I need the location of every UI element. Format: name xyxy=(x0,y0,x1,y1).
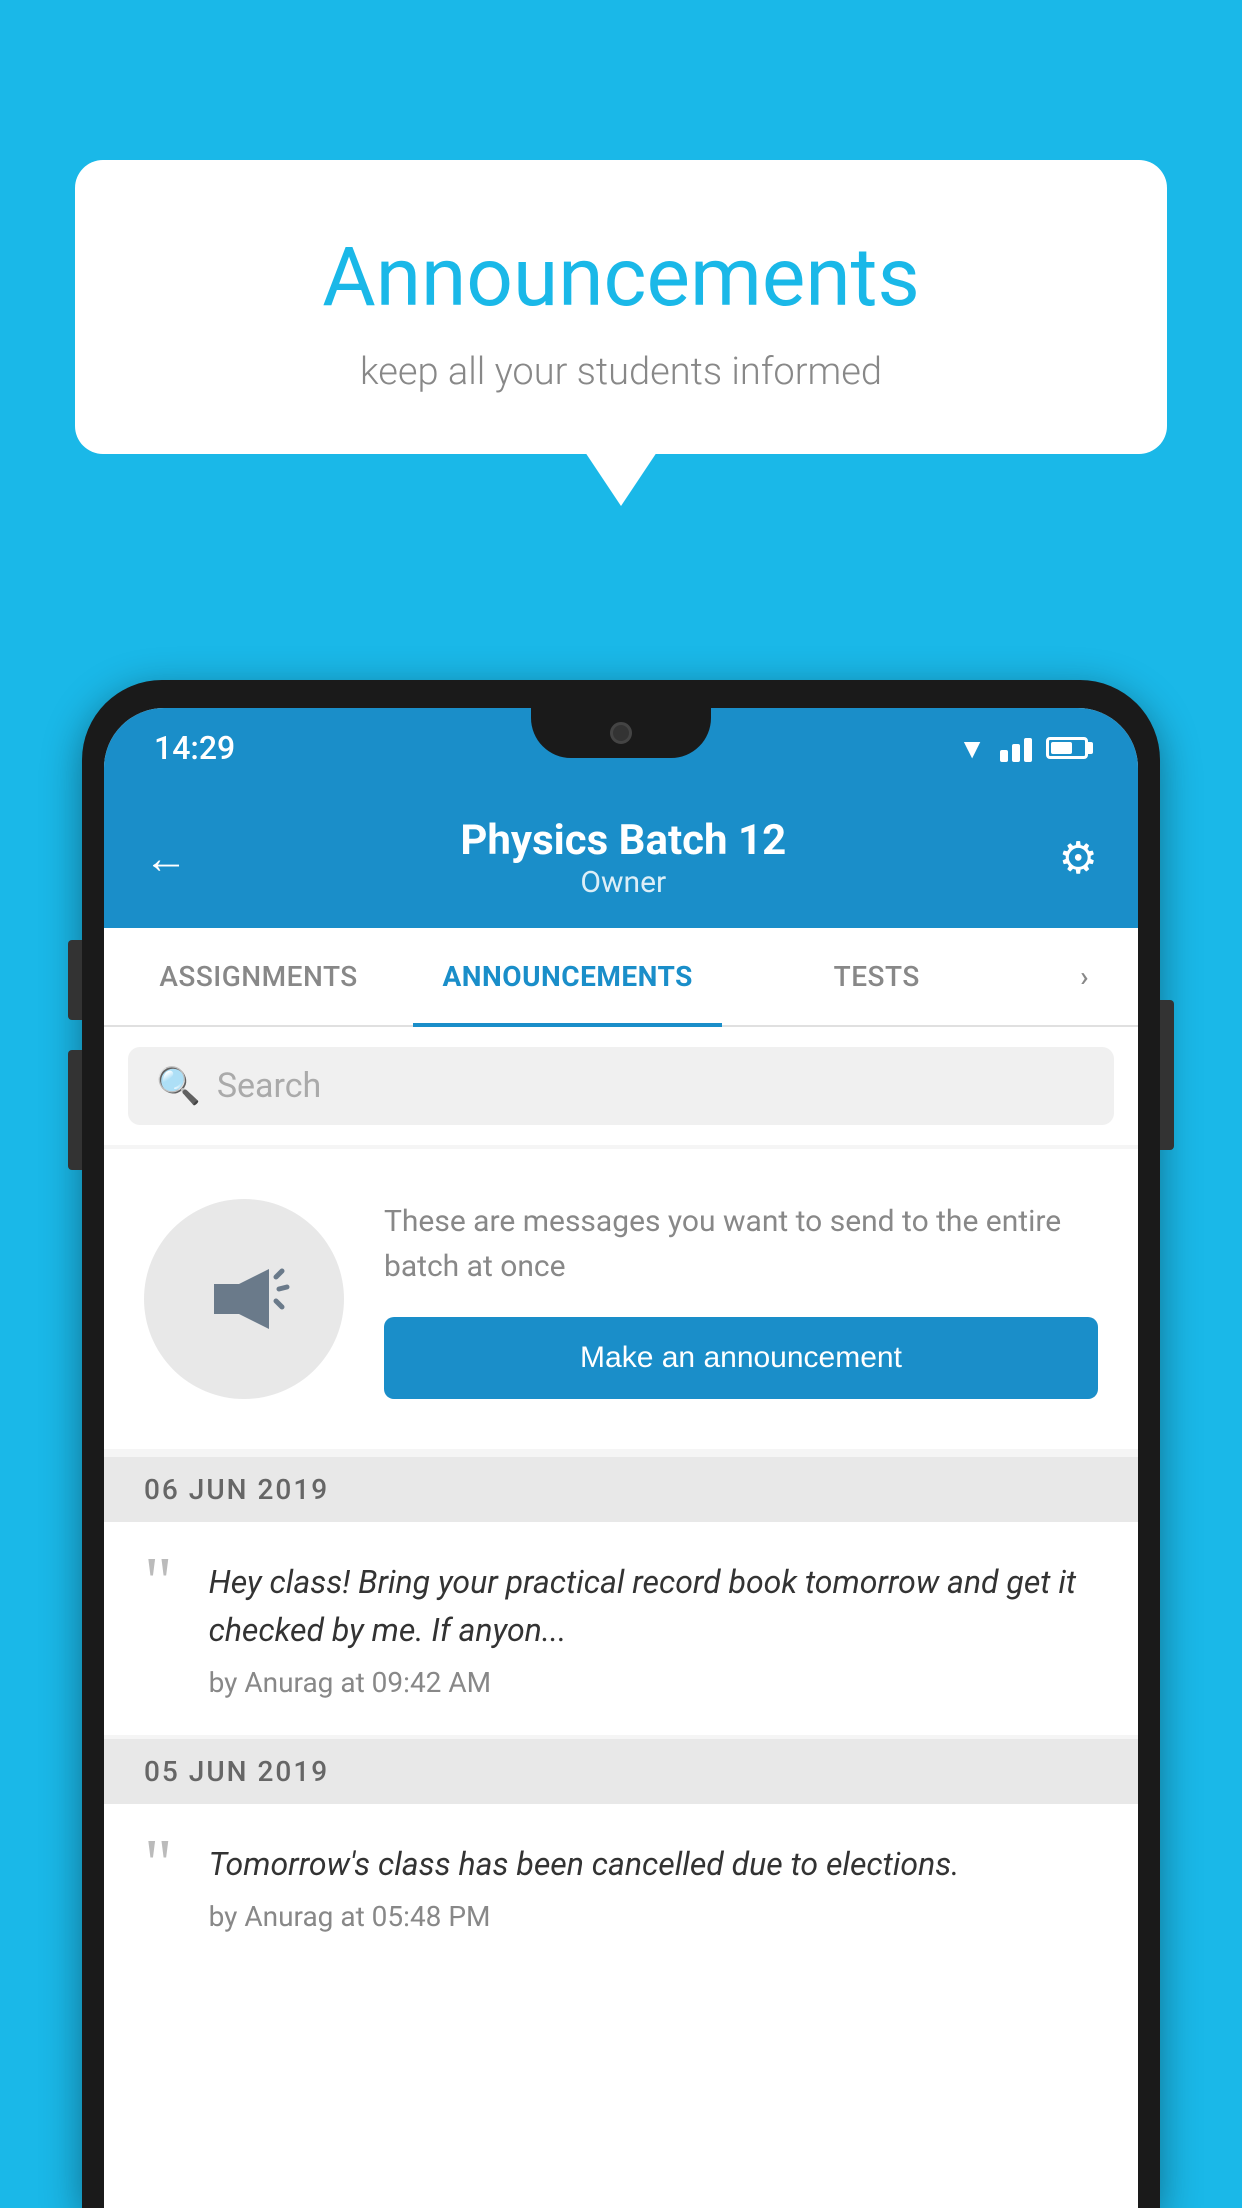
tab-tests[interactable]: TESTS xyxy=(722,928,1031,1025)
front-camera xyxy=(610,722,632,744)
make-announcement-button[interactable]: Make an announcement xyxy=(384,1317,1098,1399)
header-subtitle: Owner xyxy=(460,865,786,900)
signal-icon xyxy=(1000,734,1032,762)
announcement-item-2[interactable]: " Tomorrow's class has been cancelled du… xyxy=(104,1804,1138,1969)
status-time: 14:29 xyxy=(154,729,235,767)
announcement-empty-state: These are messages you want to send to t… xyxy=(104,1149,1138,1449)
power-button[interactable] xyxy=(1160,1000,1174,1150)
tabs-bar: ASSIGNMENTS ANNOUNCEMENTS TESTS › xyxy=(104,928,1138,1027)
quote-icon-1: " xyxy=(144,1548,173,1618)
date-separator-2: 05 JUN 2019 xyxy=(104,1739,1138,1804)
announcement-content-2: Tomorrow's class has been cancelled due … xyxy=(209,1840,1098,1933)
settings-icon[interactable]: ⚙ xyxy=(1059,832,1098,884)
speech-bubble-title: Announcements xyxy=(135,230,1107,326)
speech-bubble-subtitle: keep all your students informed xyxy=(135,350,1107,394)
status-icons: ▼ xyxy=(958,732,1088,765)
quote-icon-2: " xyxy=(144,1830,173,1900)
phone-frame: 14:29 ▼ ← Physics Batch 12 Owner ⚙ xyxy=(82,680,1160,2208)
content-area: 🔍 Search These are messages you wa xyxy=(104,1027,1138,1969)
announcement-text-1: Hey class! Bring your practical record b… xyxy=(209,1558,1098,1654)
phone-screen: 14:29 ▼ ← Physics Batch 12 Owner ⚙ xyxy=(104,708,1138,2208)
announcement-right: These are messages you want to send to t… xyxy=(384,1199,1098,1399)
back-button[interactable]: ← xyxy=(144,832,188,884)
announcement-item-1[interactable]: " Hey class! Bring your practical record… xyxy=(104,1522,1138,1735)
notch xyxy=(531,708,711,758)
wifi-icon: ▼ xyxy=(958,732,986,765)
tab-assignments[interactable]: ASSIGNMENTS xyxy=(104,928,413,1025)
speech-bubble: Announcements keep all your students inf… xyxy=(75,160,1167,454)
announcement-meta-2: by Anurag at 05:48 PM xyxy=(209,1900,1098,1933)
search-container: 🔍 Search xyxy=(104,1027,1138,1145)
volume-down-button[interactable] xyxy=(68,1050,82,1170)
search-icon: 🔍 xyxy=(156,1065,201,1107)
volume-up-button[interactable] xyxy=(68,940,82,1020)
search-bar[interactable]: 🔍 Search xyxy=(128,1047,1114,1125)
announcement-meta-1: by Anurag at 09:42 AM xyxy=(209,1666,1098,1699)
announcement-text-2: Tomorrow's class has been cancelled due … xyxy=(209,1840,1098,1888)
search-placeholder: Search xyxy=(217,1066,321,1106)
speech-bubble-section: Announcements keep all your students inf… xyxy=(75,160,1167,454)
app-header: ← Physics Batch 12 Owner ⚙ xyxy=(104,788,1138,928)
megaphone-icon xyxy=(194,1249,294,1349)
megaphone-circle xyxy=(144,1199,344,1399)
battery-icon xyxy=(1046,737,1088,759)
announcement-description: These are messages you want to send to t… xyxy=(384,1199,1098,1289)
date-separator-1: 06 JUN 2019 xyxy=(104,1457,1138,1522)
tab-announcements[interactable]: ANNOUNCEMENTS xyxy=(413,928,722,1025)
announcement-content-1: Hey class! Bring your practical record b… xyxy=(209,1558,1098,1699)
tab-more[interactable]: › xyxy=(1031,928,1138,1025)
status-bar: 14:29 ▼ xyxy=(104,708,1138,788)
header-title: Physics Batch 12 xyxy=(460,816,786,865)
header-title-area: Physics Batch 12 Owner xyxy=(460,816,786,900)
